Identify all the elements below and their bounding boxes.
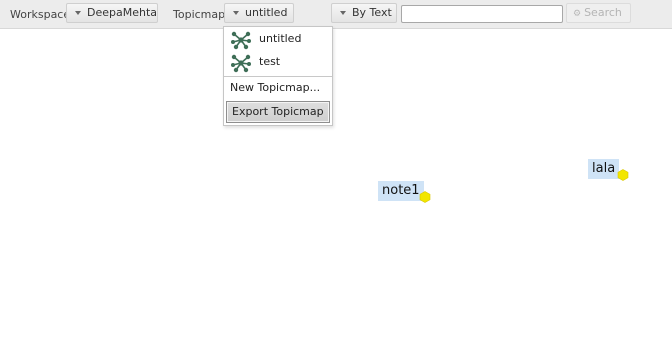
topicmap-menu-item-test[interactable]: test — [224, 51, 332, 73]
topicmap-menu-item-label: untitled — [259, 32, 302, 45]
toolbar: Workspace DeepaMehta Topicmap untitled B… — [0, 0, 672, 29]
menu-divider — [224, 76, 332, 77]
export-topicmap-menu-item[interactable]: Export Topicmap — [226, 101, 330, 123]
topicmap-network-icon — [231, 31, 251, 50]
topic-dot-icon[interactable] — [617, 169, 629, 181]
chevron-down-icon — [233, 11, 239, 15]
search-button-label: Search — [584, 6, 622, 19]
topic-dot-icon[interactable] — [419, 191, 431, 203]
workspace-menu-button[interactable]: DeepaMehta — [66, 3, 158, 23]
workspace-label: Workspace — [10, 8, 71, 21]
workspace-menu-value: DeepaMehta — [87, 6, 158, 19]
topicmap-label: Topicmap — [173, 8, 226, 21]
search-button[interactable]: ⚙ Search — [566, 3, 631, 23]
topicmap-menu-value: untitled — [245, 6, 288, 19]
topic-lala[interactable]: lala — [588, 159, 620, 179]
topicmap-menu-item-untitled[interactable]: untitled — [224, 28, 332, 50]
topic-note1[interactable]: note1 — [378, 181, 424, 201]
topicmap-network-icon — [231, 54, 251, 73]
search-input[interactable] — [401, 5, 563, 23]
topicmap-dropdown-menu: untitled test New Topicmap... Export Top… — [223, 26, 333, 126]
search-mode-menu-button[interactable]: By Text — [331, 3, 397, 23]
new-topicmap-menu-item[interactable]: New Topicmap... — [230, 79, 320, 97]
chevron-down-icon — [340, 11, 346, 15]
topicmap-menu-button[interactable]: untitled — [224, 3, 294, 23]
search-mode-value: By Text — [352, 6, 392, 19]
topicmap-menu-item-label: test — [259, 55, 281, 68]
chevron-down-icon — [75, 11, 81, 15]
gear-icon: ⚙ — [573, 9, 582, 19]
